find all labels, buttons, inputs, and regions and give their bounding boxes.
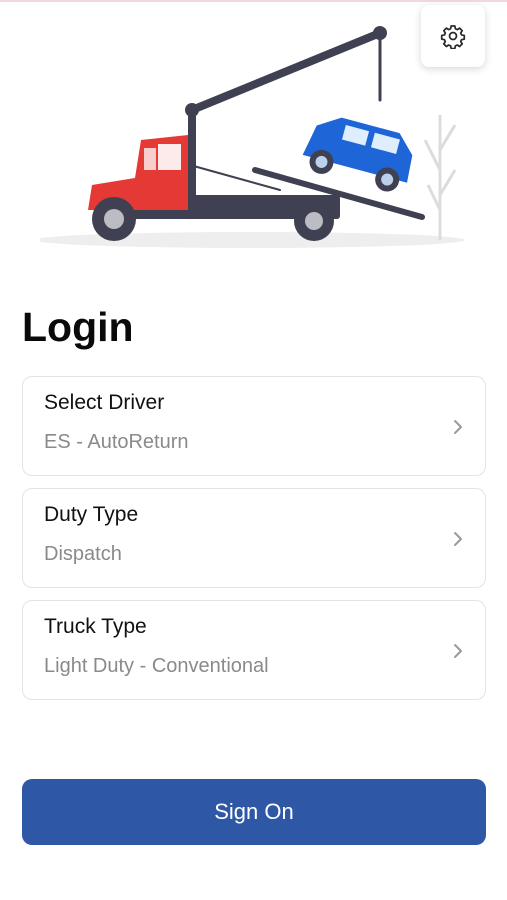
lifted-car	[302, 117, 413, 192]
chevron-right-icon	[454, 420, 462, 434]
field-label: Truck Type	[44, 615, 147, 638]
field-label: Select Driver	[44, 391, 165, 414]
sign-on-button[interactable]: Sign On	[22, 779, 486, 845]
field-label: Duty Type	[44, 503, 139, 526]
field-value: ES - AutoReturn	[44, 431, 189, 453]
duty-type-field[interactable]: Duty Type Dispatch	[22, 488, 486, 588]
status-bar-edge	[0, 0, 507, 2]
tree	[423, 115, 457, 240]
page-title: Login	[22, 304, 134, 350]
chevron-right-icon	[454, 532, 462, 546]
select-driver-field[interactable]: Select Driver ES - AutoReturn	[22, 376, 486, 476]
settings-button[interactable]	[421, 5, 485, 67]
chevron-right-icon	[454, 644, 462, 658]
tow-truck-illustration	[40, 26, 465, 248]
truck-type-field[interactable]: Truck Type Light Duty - Conventional	[22, 600, 486, 700]
gear-icon	[440, 25, 466, 49]
field-value: Dispatch	[44, 543, 122, 565]
field-value: Light Duty - Conventional	[44, 655, 269, 677]
